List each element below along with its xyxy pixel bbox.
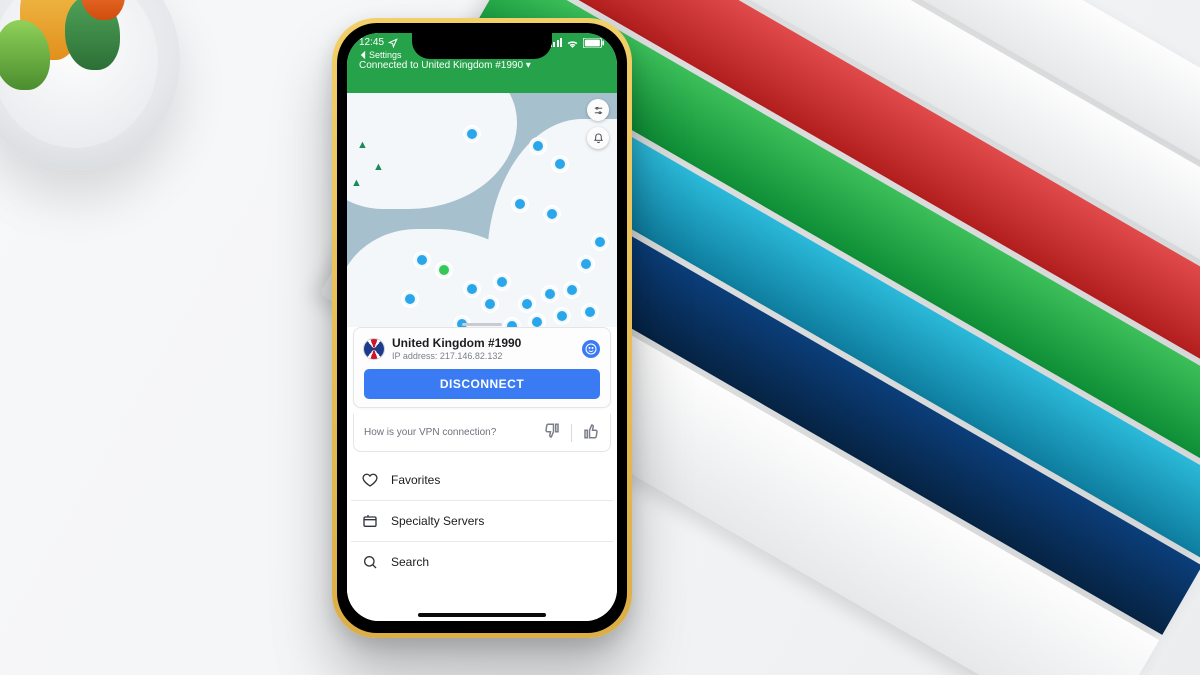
- server-pin[interactable]: [533, 141, 543, 151]
- thumbs-down-button[interactable]: [543, 422, 561, 443]
- wifi-icon: [566, 38, 579, 48]
- nav-favorites[interactable]: Favorites: [351, 460, 613, 501]
- feedback-face-button[interactable]: [582, 340, 600, 358]
- tree-icon: ▲: [373, 161, 384, 173]
- server-pin[interactable]: [522, 299, 532, 309]
- sheet-handle[interactable]: [462, 323, 502, 326]
- server-pin[interactable]: [585, 307, 595, 317]
- tree-icon: ▲: [351, 177, 362, 189]
- status-time: 12:45: [359, 37, 384, 48]
- server-pin[interactable]: [595, 237, 605, 247]
- server-pin[interactable]: [555, 159, 565, 169]
- feedback-card: How is your VPN connection?: [353, 414, 611, 452]
- server-pin[interactable]: [467, 129, 477, 139]
- heart-icon: [361, 471, 379, 489]
- server-name: United Kingdom #1990: [392, 336, 521, 350]
- ip-address: IP address: 217.146.82.132: [392, 351, 521, 361]
- server-map[interactable]: ▲ ▲ ▲: [347, 89, 617, 329]
- server-pin[interactable]: [515, 199, 525, 209]
- phone-notch: [412, 33, 552, 59]
- back-label: Settings: [369, 50, 402, 60]
- folder-icon: [361, 512, 379, 530]
- phone-screen: 12:45: [347, 33, 617, 621]
- disconnect-button[interactable]: DISCONNECT: [364, 369, 600, 399]
- connection-card: United Kingdom #1990 IP address: 217.146…: [353, 327, 611, 408]
- thumbs-up-button[interactable]: [582, 422, 600, 443]
- nav-menu: Favorites Specialty Servers: [351, 460, 613, 582]
- bottom-sheet: United Kingdom #1990 IP address: 217.146…: [347, 327, 617, 621]
- battery-icon: [583, 38, 605, 48]
- scene-root: 12:45: [0, 0, 1200, 675]
- server-pin[interactable]: [417, 255, 427, 265]
- location-icon: [388, 38, 398, 48]
- nav-label: Search: [391, 555, 429, 569]
- server-pin[interactable]: [567, 285, 577, 295]
- server-pin[interactable]: [532, 317, 542, 327]
- map-settings-button[interactable]: [587, 99, 609, 121]
- server-pin[interactable]: [467, 284, 477, 294]
- divider: [571, 424, 572, 442]
- nav-specialty-servers[interactable]: Specialty Servers: [351, 501, 613, 542]
- map-notifications-button[interactable]: [587, 127, 609, 149]
- server-pin[interactable]: [547, 209, 557, 219]
- phone-frame: 12:45: [332, 18, 632, 638]
- server-pin[interactable]: [581, 259, 591, 269]
- server-pin[interactable]: [497, 277, 507, 287]
- plant-pot: [0, 0, 180, 170]
- nav-label: Favorites: [391, 473, 440, 487]
- nav-label: Specialty Servers: [391, 514, 484, 528]
- search-icon: [361, 553, 379, 571]
- server-pin[interactable]: [557, 311, 567, 321]
- nav-search[interactable]: Search: [351, 542, 613, 582]
- back-button[interactable]: Settings: [359, 50, 402, 60]
- server-pin-current[interactable]: [439, 265, 449, 275]
- server-pin[interactable]: [485, 299, 495, 309]
- server-pin[interactable]: [405, 294, 415, 304]
- flag-uk-icon: [364, 339, 384, 359]
- chevron-down-icon: ▾: [526, 60, 531, 71]
- connection-banner[interactable]: Connected to United Kingdom #1990 ▾: [359, 60, 605, 71]
- phone-bezel: 12:45: [337, 23, 627, 633]
- home-indicator[interactable]: [418, 613, 546, 617]
- server-pin[interactable]: [545, 289, 555, 299]
- tree-icon: ▲: [357, 139, 368, 151]
- feedback-prompt: How is your VPN connection?: [364, 427, 496, 438]
